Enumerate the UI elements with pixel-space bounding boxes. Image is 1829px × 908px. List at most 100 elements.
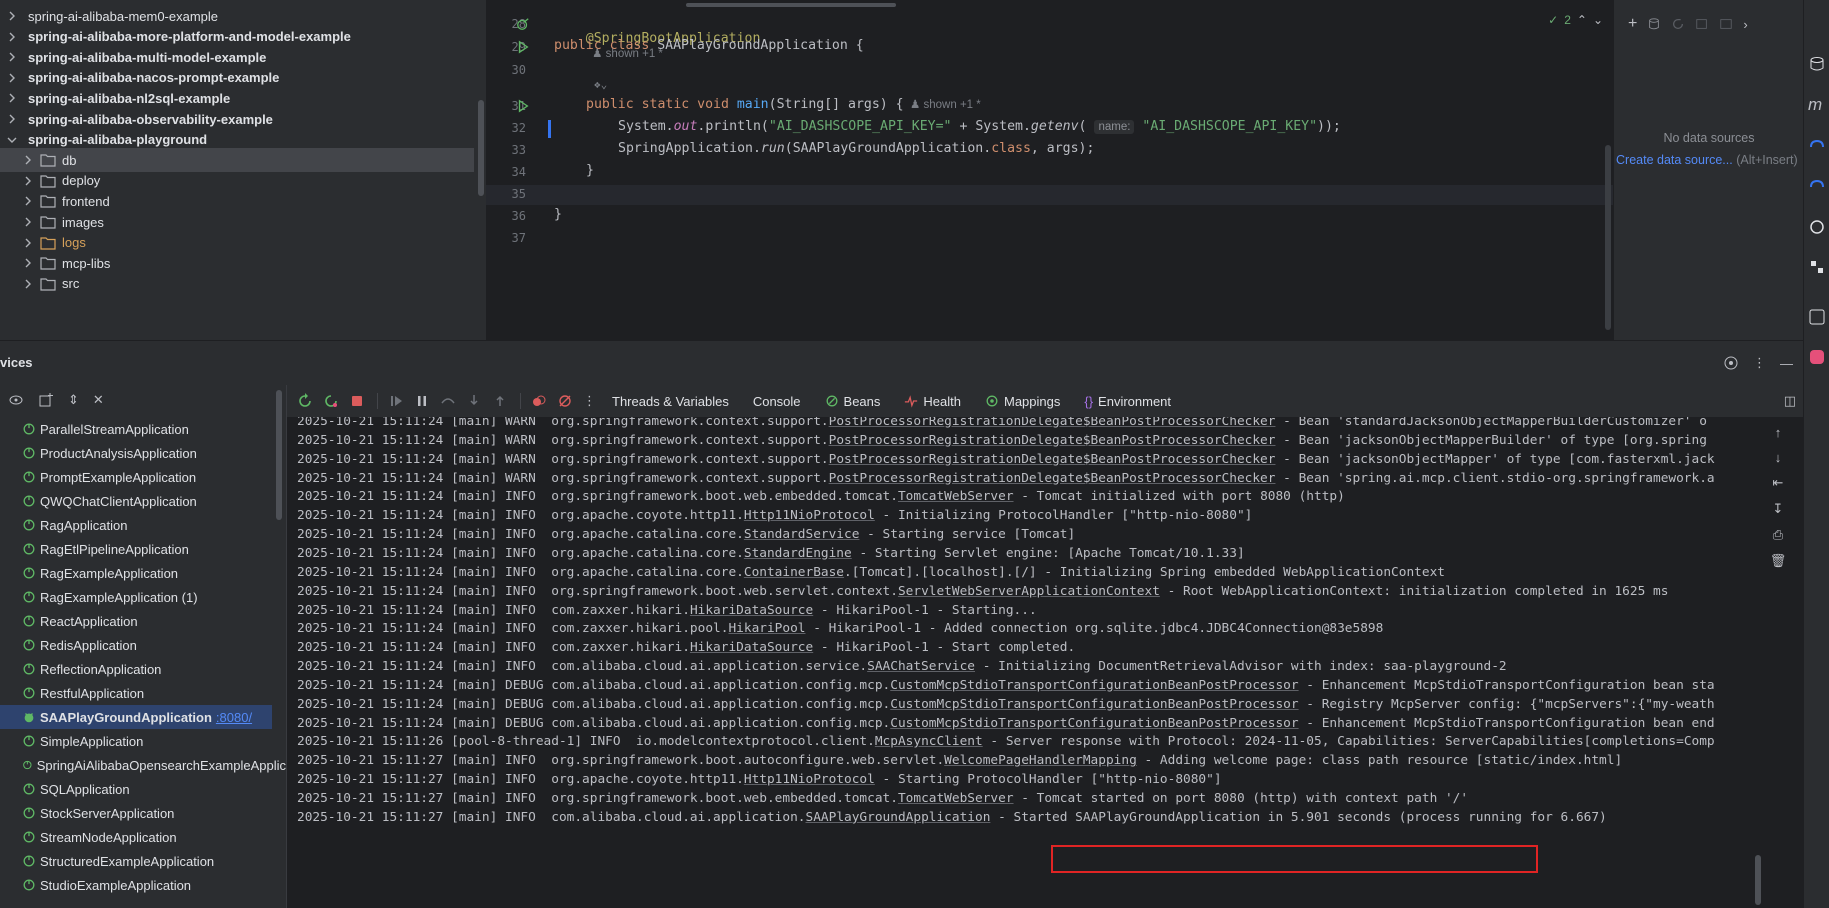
chevron-right-icon[interactable] [22, 195, 34, 207]
view-breakpoints-icon[interactable] [531, 393, 547, 409]
ai-assistant-icon[interactable] [1808, 218, 1826, 236]
expand-all-icon[interactable]: ⇕ [68, 392, 79, 408]
ai-actions-icon[interactable]: ❖⌄ [594, 78, 607, 91]
editor-vertical-scrollbar[interactable] [1605, 145, 1611, 330]
service-item[interactable]: StockServerApplication [0, 801, 286, 825]
service-item[interactable]: SQLApplication [0, 777, 286, 801]
class-link[interactable]: HikariDataSource [690, 640, 813, 655]
datasource-properties-icon[interactable] [1647, 17, 1661, 31]
tab-environment[interactable]: {} Environment [1084, 394, 1171, 409]
chevron-down-icon[interactable] [6, 134, 18, 146]
class-link[interactable]: ServletWebServerApplicationContext [898, 584, 1160, 599]
service-item[interactable]: SimpleApplication [0, 729, 286, 753]
chevron-right-icon[interactable] [22, 278, 34, 290]
rerun-icon[interactable] [297, 393, 313, 409]
service-item[interactable]: ReactApplication [0, 609, 286, 633]
more-icon[interactable]: ⋮ [583, 393, 596, 409]
minimize-icon[interactable]: — [1780, 356, 1793, 371]
chevron-down-icon[interactable]: ⌄ [1593, 13, 1603, 27]
copilot-icon[interactable] [1808, 178, 1826, 196]
class-link[interactable]: CustomMcpStdioTransportConfigurationBean… [890, 678, 1298, 693]
add-icon[interactable]: + [1628, 15, 1637, 33]
gradle-icon[interactable] [1808, 138, 1826, 156]
spring-bean-icon[interactable] [516, 17, 530, 31]
class-link[interactable]: McpAsyncClient [875, 734, 983, 749]
service-item[interactable]: StudioExampleApplication [0, 873, 286, 897]
eye-icon[interactable] [8, 392, 24, 408]
class-link[interactable]: PostProcessorRegistrationDelegate$BeanPo… [829, 471, 1276, 486]
tab-threads-variables[interactable]: Threads & Variables [612, 394, 729, 409]
new-tab-icon[interactable] [38, 392, 54, 408]
plugin-icon[interactable] [1808, 258, 1826, 276]
service-item[interactable]: SAAPlayGroundApplication:8080/ [0, 705, 272, 729]
service-item[interactable]: RagApplication [0, 513, 286, 537]
mute-breakpoints-icon[interactable] [557, 393, 573, 409]
stop-icon[interactable] [349, 393, 365, 409]
class-link[interactable]: SAAChatService [867, 659, 975, 674]
chevron-right-icon[interactable] [6, 92, 18, 104]
arrow-down-icon[interactable]: ↓ [1775, 450, 1782, 465]
tree-scrollbar[interactable] [478, 100, 484, 196]
service-item[interactable]: ParallelStreamApplication [0, 417, 286, 441]
class-link[interactable]: StandardService [744, 527, 860, 542]
chevron-right-icon[interactable] [22, 257, 34, 269]
run-gutter-icon[interactable] [516, 40, 530, 54]
class-link[interactable]: HikariDataSource [690, 603, 813, 618]
service-item[interactable]: StreamNodeApplication [0, 825, 286, 849]
inspection-widget[interactable]: ✓ 2 ⌃ ⌄ [1548, 13, 1603, 27]
class-link[interactable]: TomcatWebServer [898, 489, 1014, 504]
vcs-change-marker[interactable] [548, 120, 551, 138]
service-item[interactable]: RagEtlPipelineApplication [0, 537, 286, 561]
service-port-link[interactable]: :8080/ [216, 710, 252, 725]
service-item[interactable]: PromptExampleApplication [0, 465, 286, 489]
class-link[interactable]: Http11NioProtocol [744, 772, 875, 787]
refresh-icon[interactable] [1671, 17, 1685, 31]
step-out-icon[interactable] [492, 393, 508, 409]
step-into-icon[interactable] [466, 393, 482, 409]
create-datasource-link[interactable]: Create data source... [1616, 153, 1733, 167]
database-tool-icon[interactable] [1808, 55, 1826, 73]
translate-icon[interactable] [1808, 308, 1826, 326]
service-item[interactable]: ReflectionApplication [0, 657, 286, 681]
class-link[interactable]: PostProcessorRegistrationDelegate$BeanPo… [829, 433, 1276, 448]
chevron-right-icon[interactable] [22, 237, 34, 249]
class-link[interactable]: SAAPlayGroundApplication [806, 810, 991, 825]
class-link[interactable]: Http11NioProtocol [744, 508, 875, 523]
tab-mappings[interactable]: Mappings [985, 394, 1060, 409]
service-item[interactable]: RagExampleApplication [0, 561, 286, 585]
services-scrollbar[interactable] [276, 390, 282, 520]
console-scrollbar[interactable] [1755, 855, 1761, 905]
chevron-right-icon[interactable] [6, 51, 18, 63]
more-options-icon[interactable]: ⋮ [1753, 355, 1766, 371]
resume-icon[interactable] [388, 393, 404, 409]
service-item[interactable]: StructuredExampleApplication [0, 849, 286, 873]
chevron-right-icon[interactable]: › [1743, 17, 1747, 32]
chevron-right-icon[interactable] [6, 31, 18, 43]
chevron-right-icon[interactable] [22, 154, 34, 166]
tab-console[interactable]: Console [753, 394, 801, 409]
class-link[interactable]: PostProcessorRegistrationDelegate$BeanPo… [829, 417, 1276, 429]
class-link[interactable]: TomcatWebServer [898, 791, 1014, 806]
chevron-right-icon[interactable] [22, 216, 34, 228]
service-item[interactable]: RedisApplication [0, 633, 286, 657]
chevron-up-icon[interactable]: ⌃ [1577, 13, 1587, 27]
arrow-up-icon[interactable]: ↑ [1775, 425, 1782, 440]
usages-hint[interactable]: ♟ shown +1 * [904, 99, 981, 111]
class-link[interactable]: WelcomePageHandlerMapping [944, 753, 1137, 768]
console-icon[interactable] [1719, 17, 1733, 31]
notifications-icon[interactable] [1808, 348, 1826, 366]
service-item[interactable]: QWQChatClientApplication [0, 489, 286, 513]
class-link[interactable]: HikariPool [728, 621, 805, 636]
clear-all-icon[interactable]: 🗑 [1770, 553, 1787, 569]
soft-wrap-icon[interactable]: ⇤ [1773, 475, 1784, 491]
class-link[interactable]: StandardEngine [744, 546, 852, 561]
chevron-right-icon[interactable] [6, 10, 18, 22]
service-item[interactable]: RagExampleApplication (1) [0, 585, 286, 609]
console-output[interactable]: 2025-10-21 15:11:24 [main] WARN org.spri… [297, 417, 1757, 908]
class-link[interactable]: CustomMcpStdioTransportConfigurationBean… [890, 697, 1298, 712]
print-icon[interactable]: ⎙ [1773, 527, 1783, 543]
editor-horizontal-scrollbar[interactable] [686, 3, 896, 7]
scroll-to-end-icon[interactable]: ↧ [1773, 501, 1784, 517]
tab-beans[interactable]: Beans [825, 394, 880, 409]
chevron-right-icon[interactable] [22, 175, 34, 187]
